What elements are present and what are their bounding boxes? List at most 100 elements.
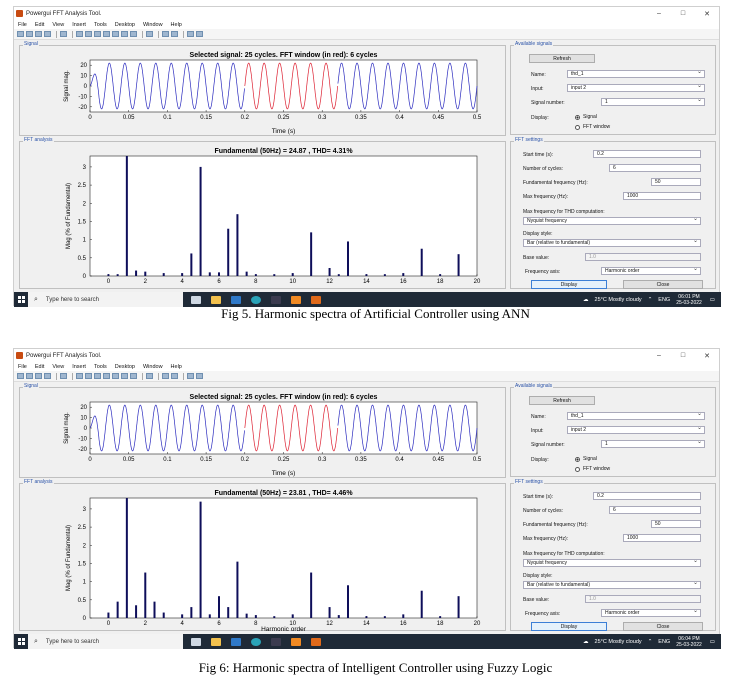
close-icon[interactable]: ✕: [695, 352, 719, 360]
brush-icon[interactable]: [121, 373, 128, 379]
menu-item-insert[interactable]: Insert: [72, 22, 86, 28]
hide-plot-icon[interactable]: [187, 373, 194, 379]
display-fft-radio[interactable]: FFT window: [575, 466, 610, 472]
link-icon[interactable]: [130, 31, 137, 37]
open-icon[interactable]: [26, 31, 33, 37]
display-signal-radio[interactable]: Signal: [575, 456, 597, 462]
display-fft-radio[interactable]: FFT window: [575, 124, 610, 130]
taskbar-search-box[interactable]: ⌕ Type here to search: [28, 634, 183, 649]
fund-freq-input[interactable]: 50: [651, 178, 701, 186]
name-dropdown[interactable]: thd_1: [567, 69, 705, 78]
close-icon[interactable]: ✕: [695, 10, 719, 18]
file-explorer-icon[interactable]: [211, 637, 221, 646]
print-icon[interactable]: [44, 373, 51, 379]
save-icon[interactable]: [35, 31, 42, 37]
tray-chevron-icon[interactable]: ⌃: [648, 297, 653, 303]
app-icon-orange[interactable]: [291, 295, 301, 304]
freq-axis-dropdown[interactable]: Harmonic order: [601, 608, 701, 617]
task-view-icon[interactable]: [191, 295, 201, 304]
menu-item-tools[interactable]: Tools: [94, 22, 107, 28]
task-view-icon[interactable]: [191, 637, 201, 646]
app-icon-dark[interactable]: [271, 637, 281, 646]
menu-item-edit[interactable]: Edit: [35, 22, 44, 28]
menu-item-window[interactable]: Window: [143, 22, 163, 28]
menu-item-file[interactable]: File: [18, 22, 27, 28]
grid-icon[interactable]: [171, 31, 178, 37]
max-freq-input[interactable]: 1000: [623, 192, 701, 200]
tray-chevron-icon[interactable]: ⌃: [648, 639, 653, 645]
minimize-icon[interactable]: –: [647, 10, 671, 18]
show-plot-icon[interactable]: [196, 373, 203, 379]
display-style-dropdown[interactable]: Bar (relative to fundamental): [523, 238, 701, 247]
max-freq-input[interactable]: 1000: [623, 534, 701, 542]
edge-icon[interactable]: [251, 637, 261, 646]
display-button[interactable]: Display: [531, 622, 607, 631]
taskbar-clock[interactable]: 06:01 PM 25-03-2022: [676, 294, 702, 306]
start-time-input[interactable]: 0.2: [593, 150, 701, 158]
legend-icon[interactable]: [162, 373, 169, 379]
app-icon-blue[interactable]: [231, 295, 241, 304]
fund-freq-input[interactable]: 50: [651, 520, 701, 528]
close-button[interactable]: Close: [623, 280, 703, 289]
start-time-input[interactable]: 0.2: [593, 492, 701, 500]
input-dropdown[interactable]: input 2: [567, 425, 705, 434]
menu-item-desktop[interactable]: Desktop: [115, 364, 135, 370]
cycles-input[interactable]: 6: [609, 506, 701, 514]
save-icon[interactable]: [35, 373, 42, 379]
app-icon-dark[interactable]: [271, 295, 281, 304]
brush-icon[interactable]: [121, 31, 128, 37]
zoom-in-icon[interactable]: [76, 31, 83, 37]
cycles-input[interactable]: 6: [609, 164, 701, 172]
freq-axis-dropdown[interactable]: Harmonic order: [601, 266, 701, 275]
pointer-icon[interactable]: [60, 31, 67, 37]
data-cursor-icon[interactable]: [112, 373, 119, 379]
open-icon[interactable]: [26, 373, 33, 379]
link-icon[interactable]: [130, 373, 137, 379]
matlab-taskbar-icon[interactable]: [311, 637, 321, 646]
new-file-icon[interactable]: [17, 373, 24, 379]
menu-item-window[interactable]: Window: [143, 364, 163, 370]
pan-icon[interactable]: [94, 31, 101, 37]
weather-text[interactable]: 25°C Mostly cloudy: [595, 297, 642, 303]
colorbar-icon[interactable]: [146, 31, 153, 37]
pan-icon[interactable]: [94, 373, 101, 379]
weather-icon[interactable]: ☁: [583, 297, 589, 303]
pointer-icon[interactable]: [60, 373, 67, 379]
display-style-dropdown[interactable]: Bar (relative to fundamental): [523, 580, 701, 589]
rotate-icon[interactable]: [103, 373, 110, 379]
matlab-taskbar-icon[interactable]: [311, 295, 321, 304]
max-freq-thd-dropdown[interactable]: Nyquist frequency: [523, 216, 701, 225]
menu-item-desktop[interactable]: Desktop: [115, 22, 135, 28]
menu-item-file[interactable]: File: [18, 364, 27, 370]
menu-item-view[interactable]: View: [52, 364, 64, 370]
grid-icon[interactable]: [171, 373, 178, 379]
taskbar-clock[interactable]: 06:04 PM 25-03-2022: [676, 636, 702, 648]
start-button[interactable]: [14, 292, 28, 307]
show-plot-icon[interactable]: [196, 31, 203, 37]
zoom-in-icon[interactable]: [76, 373, 83, 379]
menu-item-view[interactable]: View: [52, 22, 64, 28]
notification-icon[interactable]: ▭: [710, 639, 715, 645]
minimize-icon[interactable]: –: [647, 352, 671, 360]
data-cursor-icon[interactable]: [112, 31, 119, 37]
new-file-icon[interactable]: [17, 31, 24, 37]
display-button[interactable]: Display: [531, 280, 607, 289]
signal-number-dropdown[interactable]: 1: [601, 439, 705, 448]
notification-icon[interactable]: ▭: [710, 297, 715, 303]
colorbar-icon[interactable]: [146, 373, 153, 379]
menu-item-help[interactable]: Help: [171, 364, 182, 370]
edge-icon[interactable]: [251, 295, 261, 304]
taskbar-search-box[interactable]: ⌕ Type here to search: [28, 292, 183, 307]
legend-icon[interactable]: [162, 31, 169, 37]
rotate-icon[interactable]: [103, 31, 110, 37]
name-dropdown[interactable]: thd_1: [567, 411, 705, 420]
menu-item-help[interactable]: Help: [171, 22, 182, 28]
hide-plot-icon[interactable]: [187, 31, 194, 37]
refresh-button[interactable]: Refresh: [529, 396, 595, 405]
file-explorer-icon[interactable]: [211, 295, 221, 304]
maximize-icon[interactable]: □: [671, 10, 695, 18]
input-dropdown[interactable]: input 2: [567, 83, 705, 92]
refresh-button[interactable]: Refresh: [529, 54, 595, 63]
app-icon-orange[interactable]: [291, 637, 301, 646]
signal-number-dropdown[interactable]: 1: [601, 97, 705, 106]
